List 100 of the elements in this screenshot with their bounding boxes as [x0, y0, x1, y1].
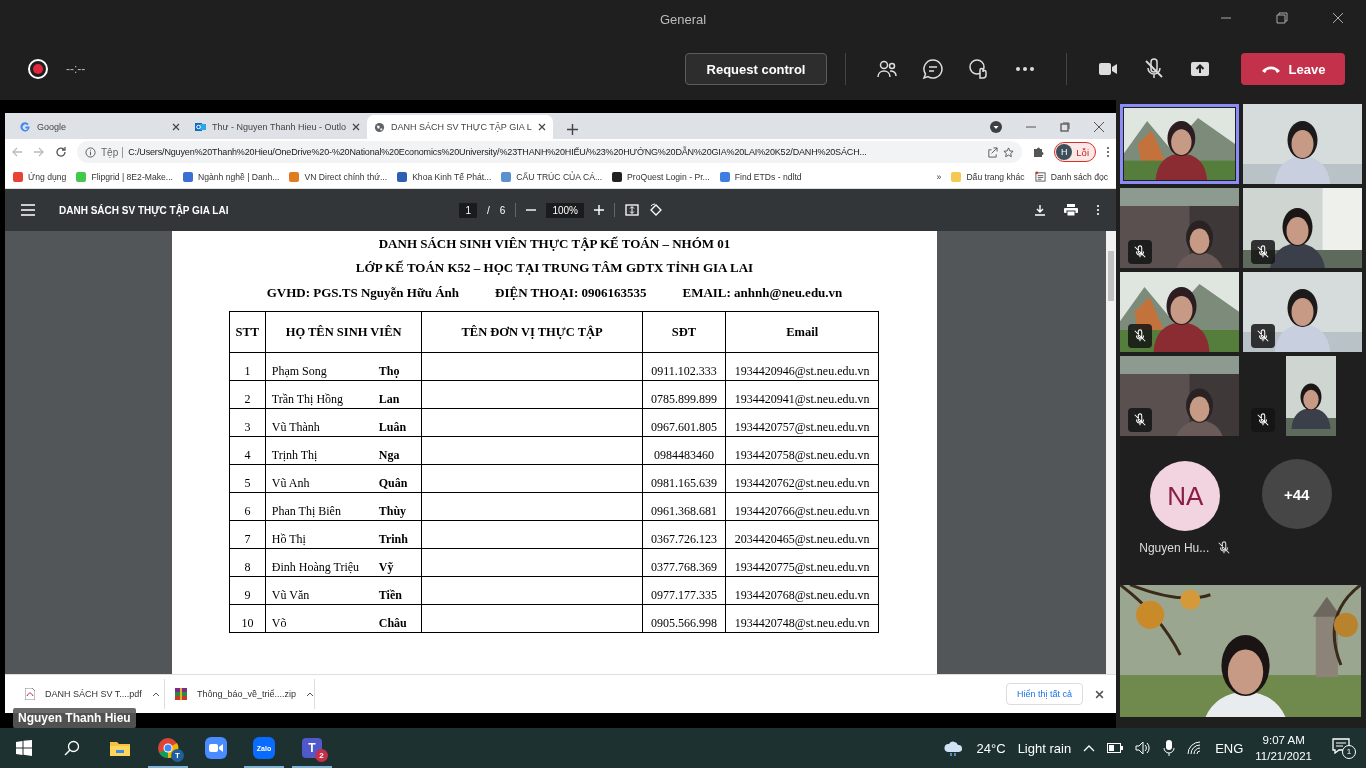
- given-name-text: Quân: [378, 476, 408, 491]
- table-cell: 0977.177.335: [642, 576, 726, 605]
- bookmark-link[interactable]: Find ETDs - ndltd: [734, 171, 802, 182]
- reading-list-icon: [1034, 171, 1046, 182]
- table-cell: 7: [229, 520, 266, 549]
- surname-text: Phạm Song: [271, 364, 328, 379]
- bookmark-link[interactable]: ProQuest Login - Pr...: [627, 171, 710, 182]
- info-icon[interactable]: [85, 146, 96, 158]
- table-cell: 1934420766@st.neu.edu.vn: [725, 492, 879, 521]
- menu-icon[interactable]: [21, 204, 35, 216]
- surname-text: Vũ Anh: [271, 476, 311, 491]
- address-field[interactable]: Tệp C:/Users/Nguyen%20Thanh%20Hieu/OneDrive%20-%20National%20Economics%20University/%23THANH%20HIẾU/%23%20HƯỚNG%20DẪN%20GIA%20LAI%20K52/DANH%20SÁCH...: [77, 141, 1023, 163]
- bookmark-link[interactable]: Ứng dụng: [28, 171, 67, 182]
- fit-page-icon[interactable]: [624, 204, 639, 216]
- page-count: 6: [499, 204, 506, 216]
- more-icon[interactable]: [1096, 204, 1100, 216]
- restore-icon[interactable]: [1276, 12, 1288, 24]
- table-cell: 1934420758@st.neu.edu.vn: [725, 436, 879, 465]
- zoom-in-icon[interactable]: [593, 205, 604, 215]
- table-cell: 6: [229, 492, 266, 521]
- close-icon[interactable]: [537, 123, 546, 131]
- page-number-field[interactable]: 1: [459, 202, 478, 218]
- close-icon[interactable]: [1095, 689, 1104, 699]
- taskbar-app[interactable]: T 2: [288, 728, 336, 768]
- profile-button[interactable]: H Lỗi: [1054, 142, 1096, 162]
- bookmark-link[interactable]: Khoa Kinh Tế Phát...: [412, 171, 492, 182]
- document-info: EMAIL: anhnh@neu.edu.vn: [682, 285, 843, 301]
- given-name-text: Châu: [378, 616, 407, 631]
- share-icon[interactable]: [987, 146, 999, 158]
- more-bookmarks-button[interactable]: »: [936, 171, 942, 182]
- taskbar-app[interactable]: T: [144, 728, 192, 768]
- browser-tab[interactable]: Google: [13, 115, 187, 139]
- volume-icon[interactable]: [1135, 741, 1152, 755]
- mic-off-icon[interactable]: [1143, 58, 1165, 80]
- tab-search-icon[interactable]: [990, 121, 1002, 133]
- download-file-name[interactable]: Thông_báo_về_triể....zip: [197, 689, 297, 699]
- close-icon[interactable]: [351, 123, 360, 131]
- reload-icon[interactable]: [55, 146, 67, 158]
- bookmark-link[interactable]: VN Direct chính thứ...: [304, 171, 388, 182]
- leave-button[interactable]: Leave: [1241, 53, 1345, 85]
- bookmark-folder[interactable]: Dấu trang khác: [966, 171, 1025, 182]
- table-cell: 8: [229, 548, 266, 577]
- caret-icon[interactable]: [151, 691, 160, 697]
- video-camera-icon: [205, 737, 227, 759]
- column-header: SĐT: [642, 311, 726, 353]
- browser-tab[interactable]: DANH SÁCH SV THỰC TẬP GIA L: [366, 115, 553, 139]
- caret-icon[interactable]: [306, 691, 315, 697]
- puzzle-icon[interactable]: [1032, 146, 1045, 158]
- reaction-icon[interactable]: [968, 58, 990, 80]
- given-name-text: Thọ: [378, 364, 400, 379]
- table-cell: 5: [229, 464, 266, 493]
- table-cell: 0377.768.369: [642, 548, 726, 577]
- call-timer: --:--: [66, 62, 86, 76]
- bookmark-link[interactable]: Flipgrid | 8E2-Make...: [91, 171, 173, 182]
- battery-icon[interactable]: [1107, 743, 1124, 753]
- table-cell: 2034420465@st.neu.edu.vn: [725, 520, 879, 549]
- bookmark-link[interactable]: Ngành nghề | Danh...: [197, 171, 280, 182]
- scrollbar[interactable]: [1106, 231, 1116, 674]
- show-all-button[interactable]: Hiển thị tất cả: [1005, 683, 1083, 705]
- close-icon[interactable]: [172, 123, 180, 131]
- given-name-text: Lan: [378, 392, 400, 407]
- participant-name: Nguyen Hu...: [1139, 541, 1210, 555]
- document-title: DANH SÁCH SV THỰC TẬP GIA LAI: [59, 204, 229, 216]
- phone-icon: [1260, 64, 1281, 74]
- mic-icon[interactable]: [1163, 740, 1176, 756]
- document-heading: LỚP KẾ TOÁN K52 – HỌC TẠI TRUNG TÂM GDTX TỈNH GIA LAI: [354, 259, 755, 277]
- column-header: TÊN ĐƠN VỊ THỰC TẬP: [421, 311, 643, 353]
- restore-icon[interactable]: [1060, 122, 1070, 132]
- chat-icon[interactable]: [922, 58, 944, 80]
- table-cell: 0911.102.333: [642, 352, 726, 381]
- surname-text: Phan Thị Biên: [271, 504, 342, 519]
- people-icon[interactable]: [876, 58, 898, 80]
- download-file-name[interactable]: DANH SÁCH SV T....pdf: [45, 689, 142, 699]
- badge: 2: [315, 749, 328, 762]
- archive-icon: [175, 688, 187, 700]
- zoom-field[interactable]: 100%: [546, 202, 584, 218]
- clock-time[interactable]: 9:07 AM: [1262, 732, 1305, 748]
- more-participants-button[interactable]: +44: [1261, 459, 1332, 529]
- clock-date[interactable]: 11/21/2021: [1255, 748, 1312, 764]
- reading-list-link[interactable]: Danh sách đọc: [1050, 171, 1108, 182]
- menu-icon[interactable]: [1106, 146, 1110, 158]
- table-cell: 0905.566.998: [642, 604, 726, 633]
- table-cell: 2: [229, 380, 266, 409]
- request-control-button[interactable]: Request control: [685, 53, 827, 85]
- participant-avatar[interactable]: NA: [1150, 461, 1221, 531]
- language-indicator[interactable]: ENG: [1215, 740, 1244, 756]
- table-cell: 0984483460: [642, 436, 726, 465]
- file-icon: [25, 688, 35, 700]
- given-name-text: Tiền: [378, 588, 402, 603]
- close-icon[interactable]: [1094, 122, 1104, 132]
- surname-text: Vũ Thành: [271, 420, 321, 435]
- bookmark-link[interactable]: CẤU TRÚC CỦA CÁ...: [516, 171, 603, 182]
- surname-text: Vũ Văn: [271, 588, 311, 603]
- close-icon[interactable]: [1332, 12, 1344, 24]
- print-icon[interactable]: [1064, 204, 1078, 216]
- star-icon[interactable]: [1003, 146, 1015, 158]
- browser-tab[interactable]: Thư - Nguyen Thanh Hieu - Outlo: [187, 115, 367, 139]
- rotate-icon[interactable]: [648, 203, 663, 217]
- download-icon[interactable]: [1034, 204, 1046, 216]
- surname-text: Trịnh Thị: [271, 448, 319, 463]
